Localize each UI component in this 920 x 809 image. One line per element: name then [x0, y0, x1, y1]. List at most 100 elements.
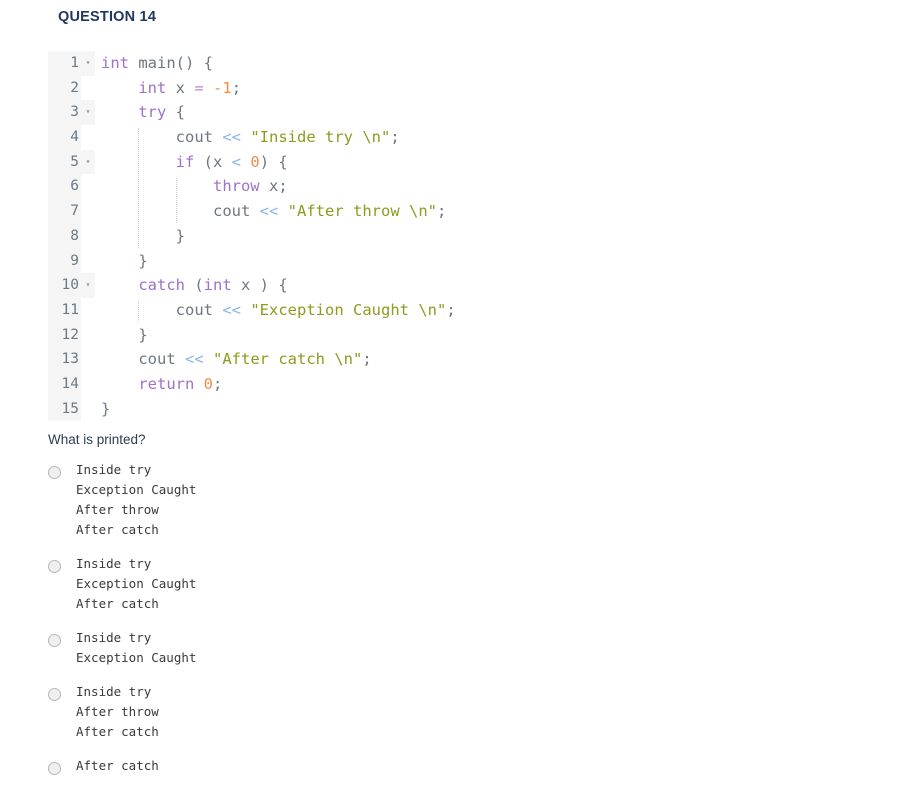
line-number: 7	[48, 199, 81, 224]
fold-toggle-icon[interactable]: ▾	[81, 149, 95, 175]
code-line-text: catch (int x ) {	[95, 273, 288, 298]
code-line-text: if (x < 0) {	[95, 150, 288, 175]
line-number: 4	[48, 125, 81, 150]
line-number: 12	[48, 322, 81, 348]
radio-button-option-a[interactable]	[48, 466, 61, 479]
code-token: (	[185, 276, 204, 295]
code-line: 9 }	[48, 248, 456, 274]
code-token: {	[166, 103, 185, 122]
code-line: 14 return 0;	[48, 371, 456, 397]
code-line: 3 ▾ try {	[48, 100, 456, 126]
line-number: 5	[48, 149, 81, 175]
fold-toggle-icon[interactable]: ▾	[81, 273, 95, 298]
code-token: ;	[231, 78, 242, 97]
line-number: 1	[48, 51, 81, 76]
answer-option-line: After catch	[76, 758, 159, 773]
code-line: 11 cout << "Exception Caught \n";	[48, 297, 456, 323]
answer-option[interactable]: After catch	[48, 756, 548, 776]
code-token: cout	[175, 128, 223, 147]
code-line: 7 cout << "After throw \n";	[48, 199, 456, 224]
line-number: 6	[48, 174, 81, 200]
code-token: int	[101, 54, 129, 72]
code-token: int	[203, 276, 232, 295]
radio-button-option-c[interactable]	[48, 634, 61, 647]
code-token: }	[138, 251, 148, 270]
code-token: }	[175, 226, 185, 245]
code-line: 13 cout << "After catch \n";	[48, 347, 456, 372]
code-token: throw	[212, 177, 260, 196]
code-editor: 1 ▾ int main() {2 int x = -1; 3 ▾ try {4 cou…	[48, 51, 456, 422]
answer-option[interactable]: Inside try Exception Caught	[48, 628, 548, 668]
answer-option-text: Inside try After throw After catch	[76, 682, 159, 742]
line-number: 9	[48, 248, 81, 274]
page-title: QUESTION 14	[58, 9, 157, 25]
code-line-text: return 0;	[95, 372, 222, 397]
code-line-text: cout << "After catch \n";	[95, 347, 372, 372]
answer-option-line: Exception Caught	[76, 576, 197, 591]
answer-option-line: Exception Caught	[76, 482, 197, 497]
answer-option-line: Exception Caught	[76, 650, 197, 665]
code-token: (x	[194, 152, 232, 171]
code-line: 12 }	[48, 322, 456, 348]
radio-button-option-d[interactable]	[48, 688, 61, 701]
answer-option-line: After catch	[76, 724, 159, 739]
code-line: 15}	[48, 396, 456, 422]
code-line: 8 }	[48, 223, 456, 249]
code-token: "After throw \n"	[287, 202, 437, 221]
code-token: <<	[222, 128, 241, 147]
answer-option[interactable]: Inside try Exception Caught After catch	[48, 554, 548, 614]
question-prompt: What is printed?	[48, 432, 146, 447]
code-token: <<	[185, 350, 204, 369]
radio-button-option-b[interactable]	[48, 560, 61, 573]
code-line-text: cout << "Exception Caught \n";	[95, 298, 456, 323]
code-line: 1 ▾ int main() {	[48, 51, 456, 76]
code-token: }	[138, 325, 148, 344]
code-token: }	[101, 399, 111, 418]
code-token: cout	[175, 300, 223, 319]
code-line-text: }	[95, 249, 148, 274]
code-token: 0	[250, 152, 260, 171]
code-line-text: int main() {	[95, 51, 213, 76]
line-number: 10	[48, 273, 81, 298]
answer-option-line: After catch	[76, 596, 159, 611]
code-token: ;	[362, 350, 372, 369]
line-number: 14	[48, 371, 81, 397]
line-number: 15	[48, 396, 81, 422]
line-number: 13	[48, 347, 81, 372]
answer-option-line: Inside try	[76, 630, 152, 645]
code-line-text: cout << "After throw \n";	[95, 199, 446, 224]
code-token: int	[138, 78, 167, 97]
fold-toggle-icon[interactable]: ▾	[81, 51, 95, 76]
code-token: ;	[213, 374, 223, 393]
code-token: main() {	[129, 54, 213, 72]
answer-option-line: After throw	[76, 704, 159, 719]
code-token: ;	[446, 300, 456, 319]
code-token: return	[138, 374, 195, 393]
code-token: 0	[203, 374, 214, 393]
code-line: 6 throw x;	[48, 174, 456, 200]
code-token: ) {	[259, 152, 288, 171]
code-token: x ) {	[231, 276, 288, 295]
code-line: 4 cout << "Inside try \n";	[48, 125, 456, 150]
radio-button-option-e[interactable]	[48, 762, 61, 775]
answer-options-group: Inside try Exception Caught After throw Aft…	[48, 460, 548, 790]
answer-option-line: Inside try	[76, 556, 152, 571]
answer-option-line: Inside try	[76, 684, 152, 699]
code-line: 2 int x = -1;	[48, 75, 456, 101]
answer-option[interactable]: Inside try After throw After catch	[48, 682, 548, 742]
code-token: catch	[138, 276, 185, 295]
fold-toggle-icon[interactable]: ▾	[81, 100, 95, 126]
code-token: "Exception Caught \n"	[250, 300, 447, 319]
code-token: try	[138, 103, 167, 122]
answer-option[interactable]: Inside try Exception Caught After throw Aft…	[48, 460, 548, 540]
code-token: cout	[138, 350, 185, 369]
answer-option-line: After catch	[76, 522, 159, 537]
code-token: =	[194, 78, 204, 97]
code-token: cout	[212, 202, 260, 221]
line-number: 3	[48, 100, 81, 126]
